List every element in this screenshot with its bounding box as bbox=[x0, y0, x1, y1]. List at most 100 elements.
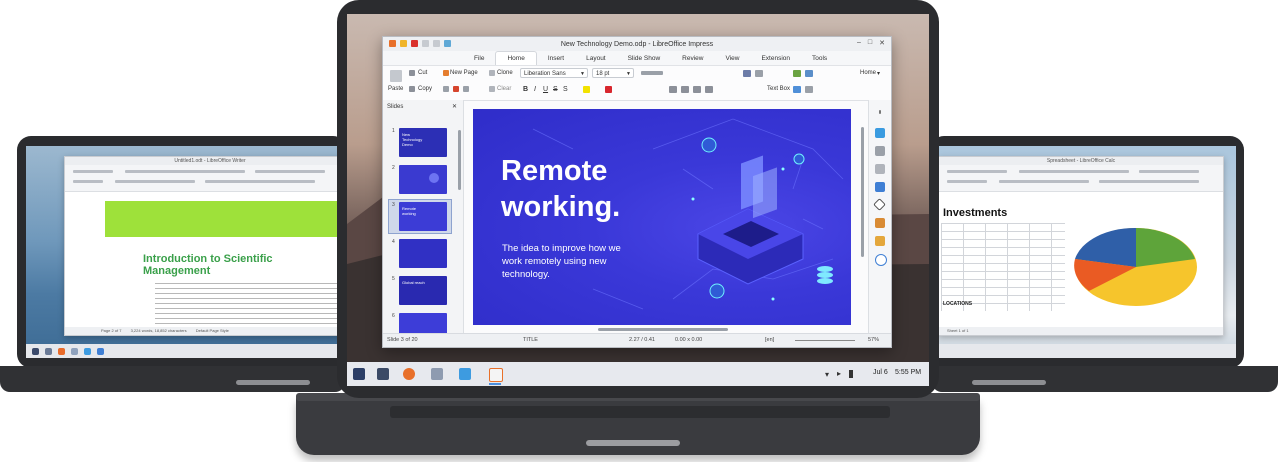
sidebar-deck bbox=[868, 100, 891, 334]
paste-icon[interactable] bbox=[390, 70, 402, 82]
slides-scrollbar[interactable] bbox=[458, 130, 461, 190]
slide-thumbnail-4[interactable] bbox=[399, 239, 447, 268]
italic-button[interactable]: I bbox=[534, 86, 536, 93]
workspace-icon[interactable] bbox=[377, 368, 389, 380]
maximize-icon[interactable]: □ bbox=[868, 39, 872, 47]
delete-slide-icon[interactable] bbox=[463, 86, 469, 92]
network-icon[interactable]: ▾ bbox=[825, 370, 829, 379]
battery-icon[interactable] bbox=[849, 370, 853, 378]
vertical-scrollbar[interactable] bbox=[861, 127, 864, 257]
clone-button[interactable]: Clone bbox=[497, 70, 513, 76]
slides-pane-header: Slides ✕ bbox=[383, 100, 463, 118]
font-name-select[interactable]: Liberation Sans ▼ bbox=[520, 68, 588, 78]
textbox-button[interactable]: Text Box bbox=[767, 86, 790, 92]
left-laptop-base bbox=[0, 366, 345, 392]
minimize-icon[interactable]: – bbox=[857, 39, 861, 47]
folder-icon[interactable] bbox=[71, 347, 78, 355]
styles-icon[interactable] bbox=[875, 218, 885, 228]
slide-canvas[interactable]: Remote working. The idea to improve how … bbox=[473, 109, 851, 325]
tab-file[interactable]: File bbox=[463, 52, 495, 65]
copy-button[interactable]: Copy bbox=[418, 86, 432, 92]
slide-layout-icon[interactable] bbox=[443, 86, 449, 92]
active-indicator bbox=[489, 383, 501, 385]
shapes-icon[interactable] bbox=[743, 70, 751, 77]
writer-banner bbox=[105, 201, 338, 237]
justify-icon[interactable] bbox=[693, 86, 701, 93]
fill-icon[interactable] bbox=[793, 86, 801, 93]
clear-button[interactable]: Clear bbox=[497, 86, 511, 92]
clock-date[interactable]: Jul 6 bbox=[873, 369, 888, 376]
font-size-select[interactable]: 18 pt ▼ bbox=[592, 68, 634, 78]
store-icon[interactable] bbox=[84, 347, 91, 355]
close-pane-icon[interactable]: ✕ bbox=[452, 103, 457, 110]
firefox-icon[interactable] bbox=[403, 368, 415, 380]
tab-tools[interactable]: Tools bbox=[801, 52, 838, 65]
horizontal-scrollbar[interactable] bbox=[598, 328, 728, 331]
start-icon[interactable] bbox=[32, 347, 39, 355]
slide-thumbnail-2[interactable] bbox=[399, 165, 447, 194]
right-taskbar bbox=[938, 344, 1236, 358]
zoom-level[interactable]: 57% bbox=[868, 337, 879, 343]
font-size-value: 18 pt bbox=[596, 71, 610, 77]
calc-row-label: LOCATIONS bbox=[943, 301, 973, 307]
clock-time[interactable]: 5:55 PM bbox=[895, 369, 921, 376]
close-icon[interactable]: ✕ bbox=[879, 39, 885, 47]
tab-home[interactable]: Home bbox=[495, 51, 537, 65]
status-cursor-position: 2.27 / 0.41 bbox=[629, 337, 655, 343]
properties-icon[interactable] bbox=[875, 128, 885, 138]
writer-status-words: 3,224 words, 18,852 characters bbox=[130, 328, 187, 333]
zoom-slider[interactable] bbox=[795, 340, 855, 341]
font-color-icon[interactable] bbox=[605, 86, 612, 93]
paste-button[interactable]: Paste bbox=[388, 86, 403, 92]
writer-icon[interactable] bbox=[97, 347, 104, 355]
home-dropdown[interactable]: Home bbox=[860, 70, 876, 76]
tab-layout[interactable]: Layout bbox=[575, 52, 617, 65]
tab-view[interactable]: View bbox=[714, 52, 750, 65]
tab-insert[interactable]: Insert bbox=[537, 52, 575, 65]
navigator-icon[interactable] bbox=[875, 254, 887, 266]
files-icon[interactable] bbox=[45, 347, 52, 355]
slide-transition-icon[interactable] bbox=[875, 146, 885, 156]
status-layout: TITLE bbox=[523, 337, 538, 343]
line-icon[interactable] bbox=[793, 70, 801, 77]
slide-thumbnail-1[interactable]: New Technology Demo bbox=[399, 128, 447, 157]
gallery-icon[interactable] bbox=[875, 236, 885, 246]
volume-icon[interactable]: ▸ bbox=[837, 369, 841, 378]
cut-button[interactable]: Cut bbox=[418, 70, 427, 76]
bullets-icon[interactable] bbox=[705, 86, 713, 93]
tab-slide-show[interactable]: Slide Show bbox=[617, 52, 672, 65]
pie-chart bbox=[1074, 227, 1197, 306]
shadow-button[interactable]: S bbox=[563, 86, 568, 93]
duplicate-slide-icon[interactable] bbox=[453, 86, 459, 92]
zorin-menu-icon[interactable] bbox=[353, 368, 365, 380]
more-options-icon[interactable]: ▾ bbox=[877, 70, 880, 77]
software-store-icon[interactable] bbox=[459, 368, 471, 380]
align-right-icon[interactable] bbox=[681, 86, 689, 93]
border-icon[interactable] bbox=[805, 86, 813, 93]
slide-number: 1 bbox=[392, 128, 395, 134]
tab-review[interactable]: Review bbox=[671, 52, 714, 65]
highlight-icon[interactable] bbox=[583, 86, 590, 93]
animation-icon[interactable] bbox=[875, 164, 885, 174]
files-icon[interactable] bbox=[431, 368, 443, 380]
sidebar-menu-icon[interactable] bbox=[879, 110, 881, 114]
align-center-icon[interactable] bbox=[669, 86, 677, 93]
align-left-icon[interactable] bbox=[641, 71, 663, 75]
firefox-icon[interactable] bbox=[58, 347, 65, 355]
strikethrough-button[interactable]: S bbox=[553, 86, 558, 93]
chevron-down-icon: ▼ bbox=[626, 71, 631, 77]
arrow-icon[interactable] bbox=[805, 70, 813, 77]
slide-thumbnail-3[interactable]: Remote working bbox=[399, 202, 447, 231]
slide-thumbnail-5[interactable]: Global reach bbox=[399, 276, 447, 305]
writer-status-style: Default Page Style bbox=[195, 328, 229, 333]
underline-button[interactable]: U bbox=[543, 86, 548, 93]
table-icon[interactable] bbox=[755, 70, 763, 77]
impress-taskbar-icon[interactable] bbox=[489, 368, 503, 382]
slide-title: Remote working. bbox=[501, 153, 681, 225]
master-slides-icon[interactable] bbox=[875, 182, 885, 192]
bold-button[interactable]: B bbox=[523, 86, 528, 93]
new-page-icon bbox=[443, 70, 449, 76]
tab-extension[interactable]: Extension bbox=[750, 52, 801, 65]
new-page-button[interactable]: New Page bbox=[450, 70, 478, 76]
shapes-gallery-icon[interactable] bbox=[873, 198, 886, 211]
